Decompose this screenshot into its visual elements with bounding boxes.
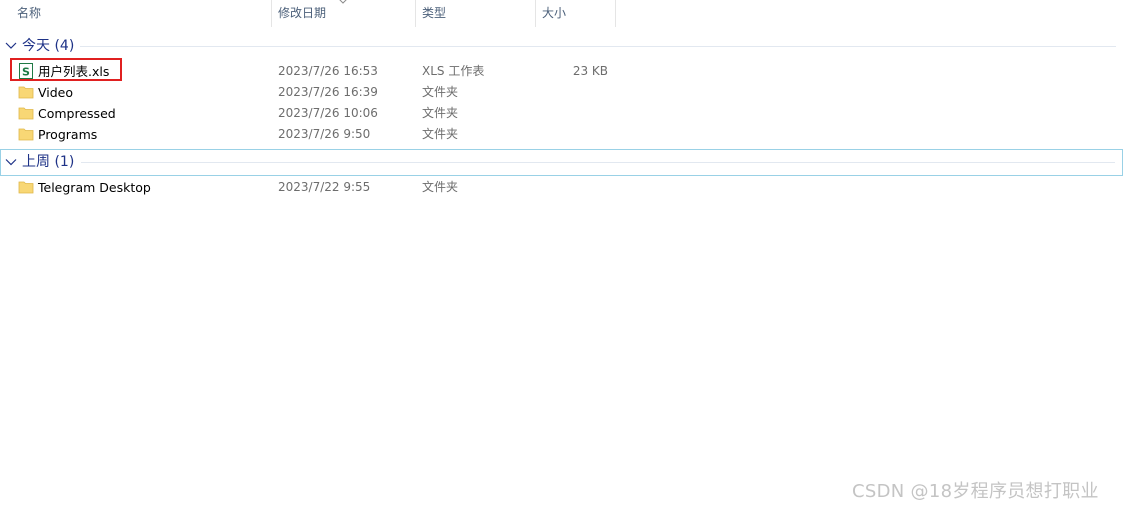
- file-modified: 2023/7/26 16:53: [278, 64, 378, 78]
- file-row[interactable]: Telegram Desktop 2023/7/22 9:55 文件夹: [0, 177, 1123, 198]
- group-header-today[interactable]: 今天 (4): [0, 34, 1123, 58]
- file-size: 23 KB: [572, 64, 608, 78]
- sort-descending-icon: [339, 0, 347, 4]
- group-header-last-week[interactable]: 上周 (1): [0, 149, 1123, 176]
- file-name[interactable]: Compressed: [38, 103, 116, 124]
- file-type: 文件夹: [422, 180, 459, 194]
- folder-icon: [18, 128, 34, 141]
- file-name[interactable]: Programs: [38, 124, 97, 145]
- file-name[interactable]: Video: [38, 82, 73, 103]
- group-label: 今天 (4): [22, 38, 75, 54]
- file-type: XLS 工作表: [422, 64, 485, 78]
- column-header-name[interactable]: 名称: [11, 0, 271, 27]
- file-type: 文件夹: [422, 127, 459, 141]
- chevron-down-icon[interactable]: [5, 34, 17, 58]
- group-label: 上周 (1): [22, 154, 75, 170]
- file-modified: 2023/7/26 16:39: [278, 85, 378, 99]
- watermark-text: CSDN @18岁程序员想打职业: [852, 481, 1099, 502]
- column-header-size[interactable]: 大小: [536, 0, 615, 27]
- folder-icon: [18, 86, 34, 99]
- group-divider: [81, 162, 1115, 163]
- file-row[interactable]: Programs 2023/7/26 9:50 文件夹: [0, 124, 1123, 145]
- column-header-bar: 名称 修改日期 类型 大小: [0, 0, 1123, 27]
- group-divider: [80, 46, 1116, 47]
- chevron-down-icon[interactable]: [5, 150, 17, 175]
- file-type: 文件夹: [422, 85, 459, 99]
- file-modified: 2023/7/26 9:50: [278, 127, 371, 141]
- file-row[interactable]: Compressed 2023/7/26 10:06 文件夹: [0, 103, 1123, 124]
- column-header-type[interactable]: 类型: [416, 0, 535, 27]
- file-modified: 2023/7/22 9:55: [278, 180, 371, 194]
- highlight-annotation: [10, 58, 122, 81]
- file-row[interactable]: Video 2023/7/26 16:39 文件夹: [0, 82, 1123, 103]
- file-name[interactable]: Telegram Desktop: [38, 177, 151, 198]
- file-row[interactable]: S 用户列表.xls 2023/7/26 16:53 XLS 工作表 23 KB: [0, 61, 1123, 82]
- file-type: 文件夹: [422, 106, 459, 120]
- column-divider[interactable]: [615, 0, 616, 27]
- folder-icon: [18, 107, 34, 120]
- folder-icon: [18, 181, 34, 194]
- file-modified: 2023/7/26 10:06: [278, 106, 378, 120]
